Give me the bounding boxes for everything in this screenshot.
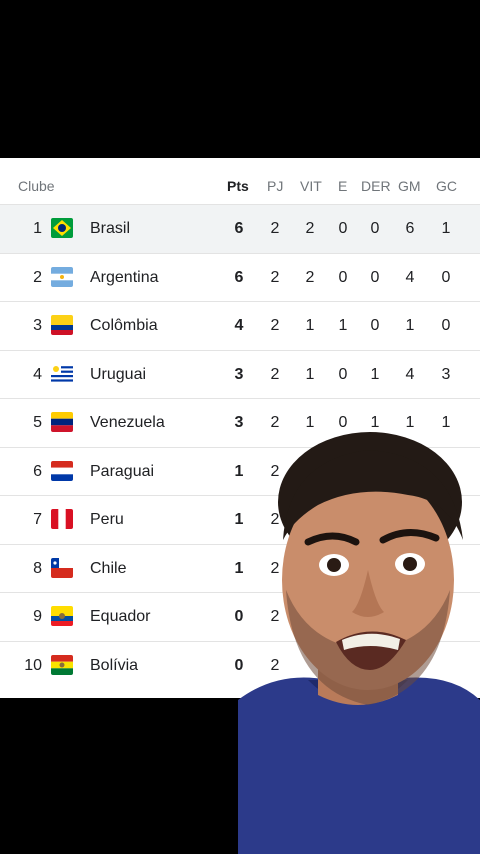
team-name: Argentina [90,268,159,286]
argentina-flag-icon [51,266,73,287]
gm-cell: 4 [405,268,415,286]
row-position: 10 [24,656,42,674]
gm-cell: 6 [405,220,415,237]
row-position: 5 [33,414,42,431]
pts-cell: 6 [234,268,244,286]
e-cell: 0 [338,365,348,383]
table-row[interactable]: 3 Colômbia 4 2 1 1 0 1 0 [0,301,480,350]
table-row[interactable]: 1 Brasil 6 2 2 0 0 6 1 [0,204,480,253]
row-position: 6 [33,462,42,480]
row-position: 1 [33,220,42,237]
e-cell: 0 [338,268,348,286]
pts-cell: 6 [234,220,244,237]
header-club: Clube [18,178,55,194]
uruguai-flag-icon [51,363,73,384]
der-cell: 0 [370,268,380,286]
venezuela-flag-icon [51,412,73,432]
team-name: Bolívia [90,656,139,674]
table-row[interactable]: 2 Argentina 6 2 2 0 0 4 0 [0,252,480,302]
der-cell: 1 [370,365,380,383]
peru-flag-icon [51,509,73,529]
row-position: 9 [33,608,42,625]
team-name: Uruguai [90,365,147,383]
gc-cell: 1 [441,220,451,237]
pts-cell: 3 [234,365,244,383]
header-vit: VIT [300,178,322,194]
row-position: 4 [33,365,42,383]
gm-cell: 4 [405,365,415,383]
header-e: E [338,178,348,194]
team-name: Chile [90,559,127,577]
team-name: Venezuela [90,414,165,431]
paraguai-flag-icon [51,460,73,481]
gc-cell: 3 [441,365,451,383]
vit-cell: 1 [305,317,315,334]
pj-cell: 2 [270,268,280,286]
header-gc: GC [436,178,457,194]
vit-cell: 1 [305,365,315,383]
team-name: Peru [90,511,124,528]
header-gm: GM [398,178,421,194]
vit-cell: 2 [305,220,315,237]
bolivia-flag-icon [51,654,73,675]
pts-cell: 4 [234,317,244,334]
der-cell: 0 [370,220,380,237]
row-position: 2 [33,268,42,286]
chile-flag-icon [51,557,73,578]
row-position: 8 [33,559,42,577]
table-row[interactable]: 4 Uruguai 3 2 1 0 1 4 3 [0,349,480,399]
der-cell: 0 [370,317,380,334]
header-pj: PJ [267,178,284,194]
header-pts: Pts [227,178,249,194]
vit-cell: 2 [305,268,315,286]
gm-cell: 1 [405,317,415,334]
team-name: Equador [90,608,151,625]
pj-cell: 2 [270,317,280,334]
gc-cell: 0 [441,317,451,334]
e-cell: 0 [338,220,348,237]
gc-cell: 0 [441,268,451,286]
header-der: DER [361,178,391,194]
pj-cell: 2 [270,365,280,383]
e-cell: 1 [338,317,348,334]
row-position: 3 [33,317,42,334]
colombia-flag-icon [51,315,73,335]
team-name: Brasil [90,220,131,237]
row-position: 7 [33,511,42,528]
team-name: Colômbia [90,317,158,334]
equador-flag-icon [51,606,73,626]
brasil-flag-icon [51,218,73,238]
pj-cell: 2 [270,220,280,237]
team-name: Paraguai [90,462,155,480]
table-header: Clube Pts PJ VIT E DER GM GC [0,158,480,204]
person-overlay-image [238,432,480,854]
